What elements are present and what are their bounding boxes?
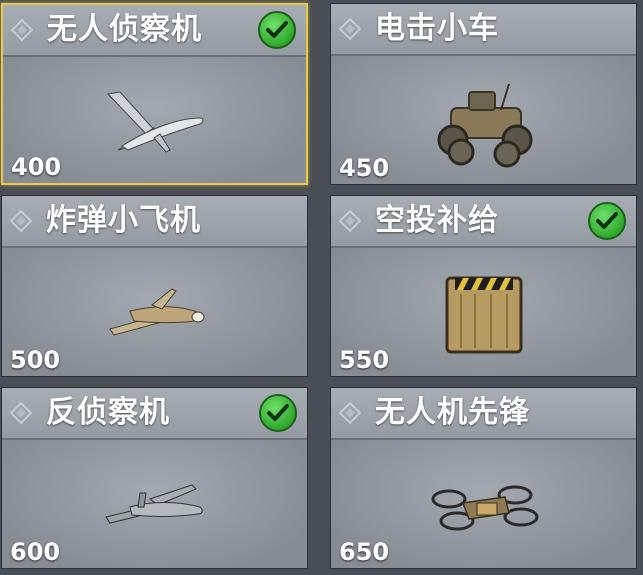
card-title: 无人机先锋 [375, 395, 530, 430]
check-icon [588, 202, 626, 240]
card-header: 空投补给 [331, 196, 636, 248]
card-price: 450 [339, 154, 390, 182]
card-body: 400 [3, 57, 306, 183]
card-header: 反侦察机 [2, 388, 307, 440]
card-price: 550 [339, 346, 390, 374]
card-price: 650 [339, 538, 390, 566]
card-price: 400 [11, 153, 62, 181]
card-header: 炸弹小飞机 [2, 196, 307, 248]
scorestreak-card-recon-drone[interactable]: 无人侦察机 400 [1, 3, 308, 185]
card-body: 600 [2, 440, 307, 568]
drone-quad-icon [431, 485, 538, 531]
card-title: 电击小车 [375, 11, 499, 46]
shock-rc-car-icon [437, 83, 532, 168]
check-icon [258, 11, 296, 49]
care-package-icon [445, 276, 522, 354]
card-title: 反侦察机 [46, 395, 170, 430]
diamond-icon [339, 210, 361, 232]
scorestreak-card-shock-rc[interactable]: 电击小车 450 [330, 3, 637, 185]
scorestreak-card-counter-uav[interactable]: 反侦察机 600 [1, 387, 308, 569]
recon-drone-icon [106, 90, 203, 153]
card-header: 电击小车 [331, 4, 636, 56]
bomb-plane-icon [108, 287, 204, 336]
diamond-icon [339, 18, 361, 40]
card-title: 无人侦察机 [47, 12, 202, 47]
diamond-icon [10, 210, 32, 232]
card-body: 450 [331, 56, 636, 184]
check-icon [259, 394, 297, 432]
card-price: 500 [10, 346, 61, 374]
scorestreak-card-drone-quad[interactable]: 无人机先锋 650 [330, 387, 637, 569]
diamond-icon [11, 19, 33, 41]
scorestreak-card-bomb-plane[interactable]: 炸弹小飞机 500 [1, 195, 308, 377]
card-header: 无人侦察机 [3, 5, 306, 57]
counter-uav-icon [104, 483, 203, 524]
card-price: 600 [10, 538, 61, 566]
card-body: 550 [331, 248, 636, 376]
diamond-icon [339, 402, 361, 424]
card-body: 500 [2, 248, 307, 376]
card-body: 650 [331, 440, 636, 568]
diamond-icon [10, 402, 32, 424]
card-title: 空投补给 [375, 203, 499, 238]
card-header: 无人机先锋 [331, 388, 636, 440]
card-title: 炸弹小飞机 [46, 203, 201, 238]
scorestreak-card-care-package[interactable]: 空投补给 550 [330, 195, 637, 377]
